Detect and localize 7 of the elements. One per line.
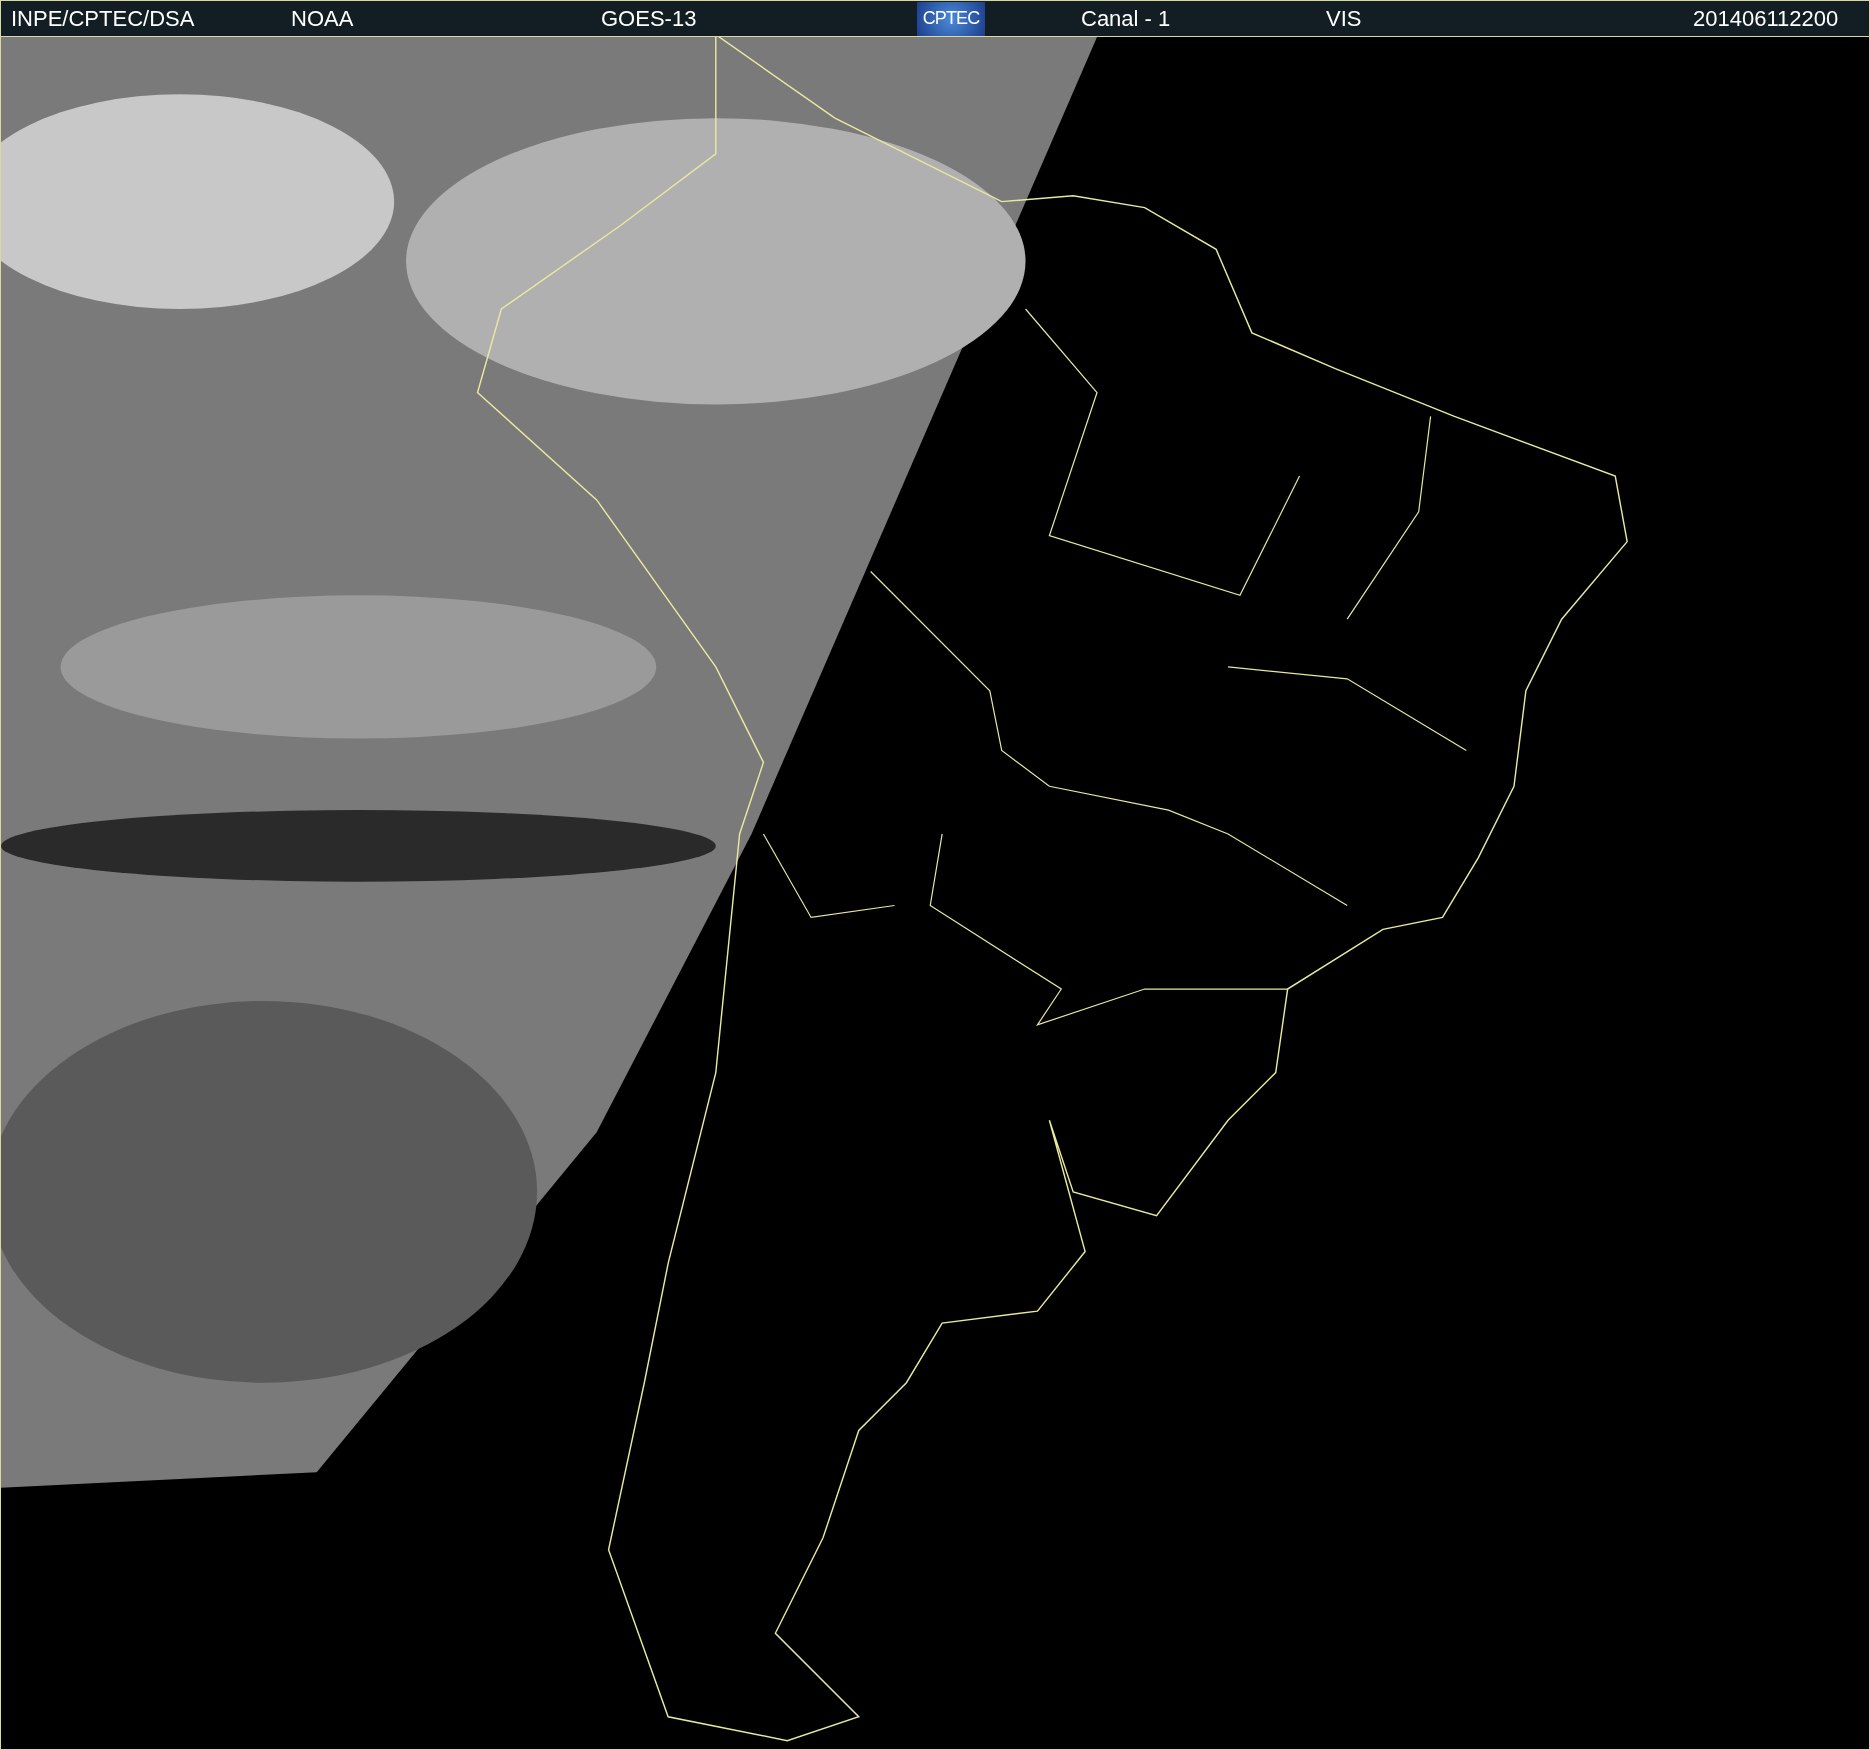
header-label: 201406112200 xyxy=(1693,5,1839,33)
header-label: GOES-13 xyxy=(601,5,697,33)
header-label: INPE/CPTEC/DSA xyxy=(11,5,195,33)
header-label: Canal - 1 xyxy=(1081,5,1171,33)
header-label: NOAA xyxy=(291,5,354,33)
header-label: VIS xyxy=(1326,5,1362,33)
logo: CPTEC xyxy=(917,1,985,36)
